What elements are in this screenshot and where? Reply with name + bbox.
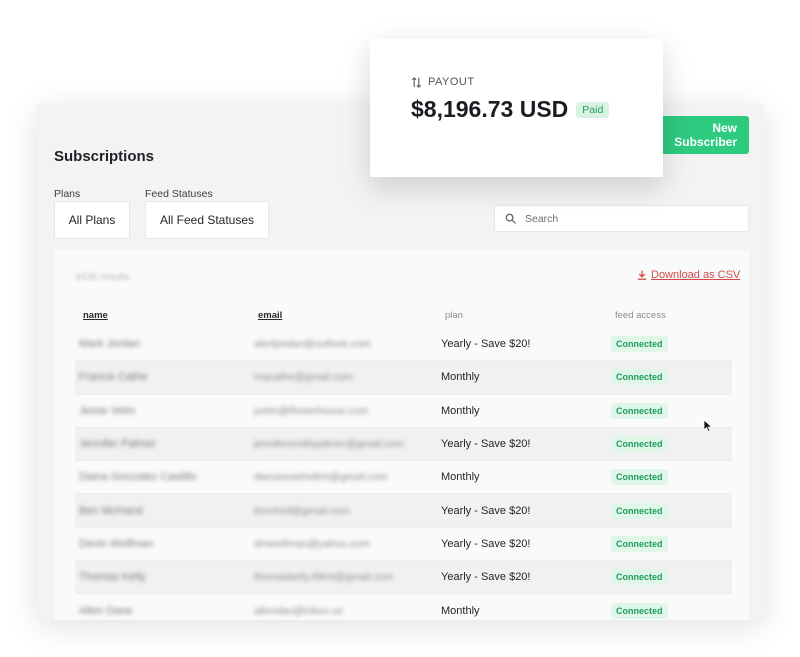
sort-arrows-icon	[411, 76, 422, 88]
page-title: Subscriptions	[54, 148, 155, 165]
payout-label-row: PAYOUT	[411, 76, 475, 88]
subscriber-email: bmchnd@gmail.com	[254, 504, 350, 517]
table-row[interactable]: Devin Wolfman dmwolfman@yahoo.com Yearly -…	[75, 528, 732, 562]
subscriber-name: Devin Wolfman	[79, 537, 154, 550]
table-row[interactable]: Jennifer Palmer jennifersmithpalmer@gmail…	[75, 427, 732, 462]
download-csv-link[interactable]: Download as CSV	[637, 269, 740, 281]
subscriber-plan: Monthly	[441, 371, 480, 384]
subscriber-name: Diana Gonzalez Castillo	[79, 471, 197, 484]
status-badge: Connected	[611, 402, 668, 419]
results-count: 3436 results	[75, 272, 130, 283]
status-badge: Connected	[611, 535, 668, 552]
subscriber-plan: Yearly - Save $20!	[441, 438, 531, 451]
table-row[interactable]: Mark Jordan alertjordan@outlook.com Yearly…	[75, 328, 732, 362]
status-badge: Connected	[611, 602, 668, 619]
paid-badge: Paid	[576, 101, 610, 118]
feed-statuses-select[interactable]: All Feed Statuses	[145, 201, 269, 239]
search-box[interactable]	[494, 205, 749, 232]
plans-filter-label: Plans	[54, 188, 81, 200]
subscriber-email: jennifersmithpalmer@gmail.com	[254, 438, 405, 451]
subscriber-plan: Yearly - Save $20!	[441, 504, 531, 517]
table-row[interactable]: Jesse Velm jvelm@flowerhouse.com Monthly Co…	[75, 395, 732, 428]
status-badge: Connected	[611, 369, 668, 386]
header-email[interactable]: email	[258, 310, 282, 321]
subscriber-email: thomaskelly.8904@gmail.com	[254, 571, 394, 584]
download-icon	[637, 270, 647, 280]
table-row[interactable]: Allen Dave allendav@inbox.us Monthly Connec…	[75, 594, 732, 620]
payout-card: PAYOUT $8,196.73 USD Paid	[370, 39, 663, 177]
payout-amount-row: $8,196.73 USD Paid	[411, 96, 610, 123]
subscriber-email: macathe@gmail.com	[254, 371, 353, 384]
subscriber-plan: Yearly - Save $20!	[441, 571, 531, 584]
subscriber-name: Thomas Kelly	[79, 571, 146, 584]
subscriber-name: Jesse Velm	[79, 404, 136, 417]
table-row[interactable]: Francis Cathe macathe@gmail.com Monthly Con…	[75, 361, 732, 395]
payout-label: PAYOUT	[428, 76, 475, 88]
table-row[interactable]: Thomas Kelly thomaskelly.8904@gmail.com Ye…	[75, 561, 732, 595]
mouse-cursor-icon	[703, 419, 713, 433]
status-badge: Connected	[611, 436, 668, 453]
search-input[interactable]	[523, 211, 737, 226]
subscriber-plan: Monthly	[441, 404, 480, 417]
subscriber-name: Ben McHand	[79, 504, 143, 517]
subscriber-name: Jennifer Palmer	[79, 438, 157, 451]
subscriber-email: dianaseashellzh@gmail.com	[254, 471, 388, 484]
subscriber-plan: Monthly	[441, 604, 480, 617]
header-feed-access: feed access	[615, 310, 666, 321]
table-row[interactable]: Diana Gonzalez Castillo dianaseashellzh@g…	[75, 461, 732, 495]
subscriptions-app: Subscriptions New Subscriber Plans All P…	[37, 104, 764, 620]
subscriber-email: alertjordan@outlook.com	[254, 338, 371, 351]
subscriber-email: jvelm@flowerhouse.com	[254, 404, 369, 417]
subscriber-plan: Yearly - Save $20!	[441, 537, 531, 550]
status-badge: Connected	[611, 336, 668, 353]
download-csv-label: Download as CSV	[651, 269, 741, 281]
search-icon	[505, 213, 516, 224]
subscriber-email: allendav@inbox.us	[254, 604, 343, 617]
header-plan: plan	[445, 310, 463, 321]
subscriber-name: Francis Cathe	[79, 371, 148, 384]
subscriber-name: Mark Jordan	[79, 338, 141, 351]
table-row[interactable]: Ben McHand bmchnd@gmail.com Yearly - Save …	[75, 494, 732, 528]
subscriber-plan: Monthly	[441, 471, 480, 484]
subscriber-plan: Yearly - Save $20!	[441, 338, 531, 351]
subscriber-rows: Mark Jordan alertjordan@outlook.com Yearly…	[75, 328, 732, 620]
subscribers-card: 3436 results Download as CSV name email …	[54, 250, 749, 620]
status-badge: Connected	[611, 502, 668, 519]
header-name[interactable]: name	[83, 310, 108, 321]
status-badge: Connected	[611, 569, 668, 586]
payout-amount: $8,196.73 USD	[411, 96, 569, 122]
subscriber-email: dmwolfman@yahoo.com	[254, 537, 370, 550]
status-badge: Connected	[611, 469, 668, 486]
feed-statuses-filter-label: Feed Statuses	[145, 188, 213, 200]
plans-select[interactable]: All Plans	[54, 201, 130, 239]
subscriber-name: Allen Dave	[79, 604, 133, 617]
